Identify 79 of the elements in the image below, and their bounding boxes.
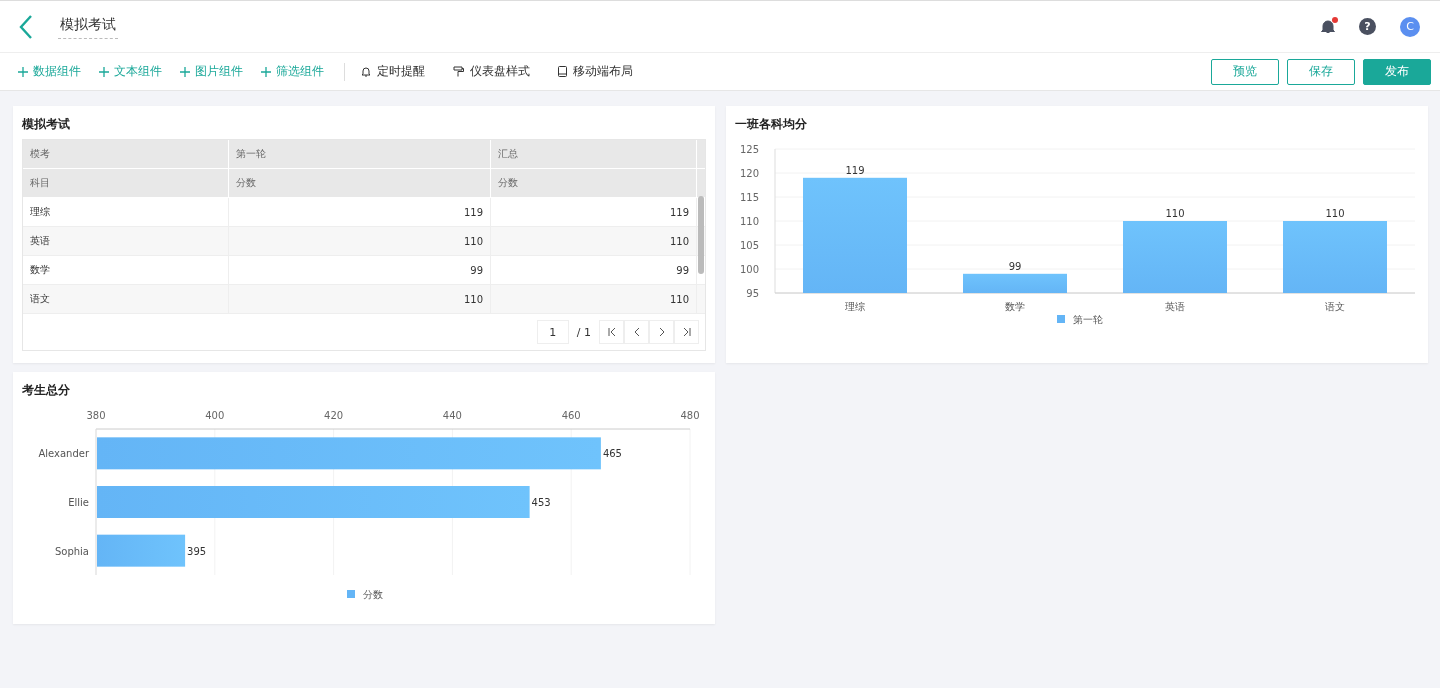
- mobile-icon: [558, 66, 567, 77]
- x-category-label: 语文: [1325, 301, 1345, 312]
- x-tick-label: 480: [680, 410, 700, 421]
- help-icon[interactable]: ?: [1359, 18, 1376, 35]
- action-button[interactable]: 保存: [1287, 58, 1355, 85]
- y-tick-label: 115: [739, 192, 759, 203]
- y-tick-label: 95: [746, 288, 759, 299]
- data-label: 110: [1325, 208, 1345, 219]
- add-component-button[interactable]: 文本组件: [99, 63, 162, 80]
- y-category-label: Alexander: [38, 448, 89, 460]
- paint-roller-icon: [453, 66, 464, 77]
- x-category-label: 理综: [845, 301, 865, 312]
- add-component-button[interactable]: 筛选组件: [261, 63, 324, 80]
- table-cell: 99: [229, 256, 491, 284]
- header-cell: 分数: [229, 169, 491, 197]
- x-tick-label: 460: [561, 410, 581, 421]
- back-button[interactable]: [18, 13, 34, 40]
- action-button[interactable]: 预览: [1211, 58, 1279, 85]
- x-category-label: 数学: [1005, 301, 1025, 312]
- x-tick-label: 380: [86, 410, 106, 421]
- y-category-label: Ellie: [68, 497, 89, 508]
- table-cell: 110: [491, 227, 697, 255]
- table-cell: 110: [229, 227, 491, 255]
- plus-icon: [261, 66, 271, 77]
- x-category-label: 英语: [1165, 301, 1185, 312]
- y-tick-label: 110: [739, 216, 759, 227]
- table-cell: 数学: [23, 256, 229, 284]
- bell-icon: [361, 66, 371, 77]
- data-label: 99: [1008, 260, 1022, 272]
- header-cell: 科目: [23, 169, 229, 197]
- header-cell: 分数: [491, 169, 697, 197]
- header-cell: 模考: [23, 140, 229, 168]
- plus-icon: [180, 66, 190, 77]
- header-cell: 汇总: [491, 140, 697, 168]
- data-label: 110: [1165, 208, 1185, 219]
- scrollbar[interactable]: [698, 196, 704, 274]
- table-cell: 110: [491, 285, 697, 313]
- action-button[interactable]: 发布: [1363, 58, 1431, 85]
- page-input[interactable]: 1: [536, 320, 569, 344]
- x-tick-label: 400: [205, 410, 225, 421]
- data-label: 453: [531, 497, 551, 508]
- y-tick-label: 125: [739, 144, 759, 155]
- user-avatar[interactable]: C: [1400, 16, 1420, 37]
- table-cell: 110: [229, 285, 491, 313]
- add-component-button[interactable]: 数据组件: [18, 63, 81, 80]
- card-title: 模拟考试: [22, 116, 71, 133]
- legend-label: 第一轮: [1073, 314, 1103, 325]
- x-tick-label: 440: [442, 410, 462, 421]
- plus-icon: [18, 66, 28, 77]
- toolbar-button[interactable]: 移动端布局: [558, 63, 633, 80]
- add-component-button[interactable]: 图片组件: [180, 63, 243, 80]
- data-label: 119: [845, 164, 865, 176]
- legend-label: 分数: [363, 589, 383, 600]
- page-total: / 1: [576, 325, 591, 339]
- x-tick-label: 420: [324, 410, 344, 421]
- toolbar-button[interactable]: 仪表盘样式: [453, 63, 530, 80]
- table-cell: 119: [491, 198, 697, 226]
- card-title: 考生总分: [22, 382, 71, 399]
- card-title: 一班各科均分: [735, 116, 808, 133]
- y-category-label: Sophia: [54, 545, 89, 557]
- toolbar-button[interactable]: 定时提醒: [361, 63, 425, 80]
- table-cell: 99: [491, 256, 697, 284]
- table-cell: 理综: [23, 198, 229, 226]
- dashboard-title[interactable]: 模拟考试: [58, 14, 118, 39]
- last-page-button[interactable]: [674, 320, 699, 344]
- y-tick-label: 105: [739, 240, 759, 251]
- table-cell: 英语: [23, 227, 229, 255]
- data-label: 465: [602, 448, 622, 460]
- data-label: 395: [187, 545, 207, 557]
- last-page-icon: [681, 327, 692, 337]
- plus-icon: [99, 66, 109, 77]
- first-page-icon: [606, 327, 617, 337]
- header-cell: 第一轮: [229, 140, 491, 168]
- table-cell: 语文: [23, 285, 229, 313]
- y-tick-label: 100: [739, 264, 759, 275]
- notification-bell-icon[interactable]: [1321, 19, 1335, 34]
- table-cell: 119: [229, 198, 491, 226]
- first-page-button[interactable]: [599, 320, 624, 344]
- y-tick-label: 120: [739, 168, 759, 179]
